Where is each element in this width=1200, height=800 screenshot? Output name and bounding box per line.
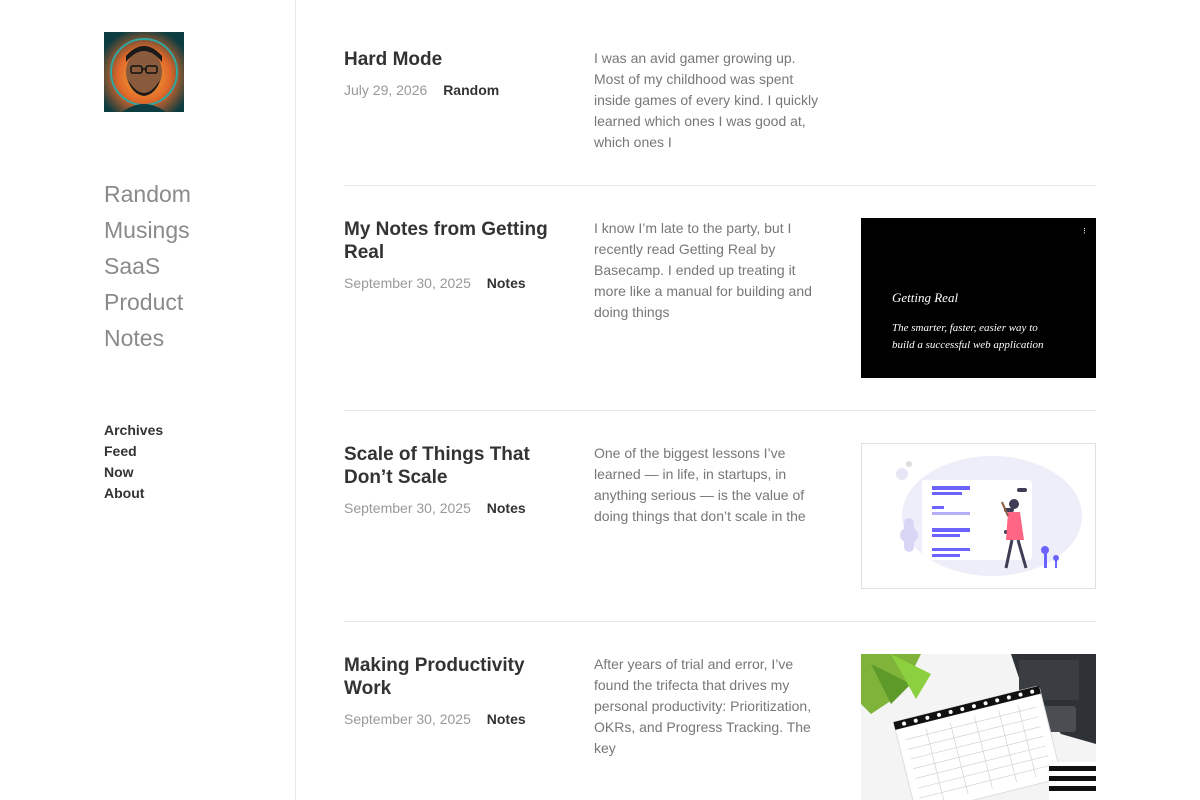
post-divider bbox=[344, 185, 1096, 186]
page-links: Archives Feed Now About bbox=[104, 420, 163, 504]
post-thumbnail[interactable] bbox=[861, 654, 1096, 800]
post-divider bbox=[344, 410, 1096, 411]
svg-text:⁝: ⁝ bbox=[1083, 227, 1086, 237]
post-excerpt: One of the biggest lessons I’ve learned … bbox=[594, 445, 806, 524]
sidebar: Random Musings SaaS Product Notes Archiv… bbox=[0, 0, 296, 800]
post-excerpt: I was an avid gamer growing up. Most of … bbox=[594, 50, 819, 150]
link-feed[interactable]: Feed bbox=[104, 441, 163, 462]
post-title[interactable]: Scale of Things That Don’t Scale bbox=[344, 443, 564, 489]
post-meta: September 30, 2025 Notes bbox=[344, 499, 526, 517]
post-thumbnail[interactable] bbox=[861, 443, 1096, 589]
category-random[interactable]: Random bbox=[104, 176, 191, 212]
book-cover-image: ⁝ Getting Real The smarter, faster, easi… bbox=[861, 218, 1096, 378]
post-title[interactable]: My Notes from Getting Real bbox=[344, 218, 564, 264]
post-title[interactable]: Hard Mode bbox=[344, 48, 564, 71]
post-item: My Notes from Getting Real September 30,… bbox=[344, 218, 1096, 378]
post-item: Hard Mode July 29, 2026 Random I was an … bbox=[344, 48, 1096, 158]
post-meta: July 29, 2026 Random bbox=[344, 81, 499, 99]
avatar[interactable] bbox=[104, 32, 184, 112]
thumb-subtitle: The smarter, faster, easier way to bbox=[892, 322, 1038, 334]
link-about[interactable]: About bbox=[104, 483, 163, 504]
illustration-image bbox=[896, 456, 1082, 576]
category-nav: Random Musings SaaS Product Notes bbox=[104, 176, 191, 356]
post-divider bbox=[344, 621, 1096, 622]
post-thumbnail[interactable]: ⁝ Getting Real The smarter, faster, easi… bbox=[861, 218, 1096, 378]
post-category[interactable]: Notes bbox=[487, 711, 526, 727]
category-musings[interactable]: Musings bbox=[104, 212, 191, 248]
category-notes[interactable]: Notes bbox=[104, 320, 191, 356]
category-product[interactable]: Product bbox=[104, 284, 191, 320]
post-title[interactable]: Making Productivity Work bbox=[344, 654, 564, 700]
post-meta: September 30, 2025 Notes bbox=[344, 710, 526, 728]
post-date: September 30, 2025 bbox=[344, 275, 471, 291]
category-saas[interactable]: SaaS bbox=[104, 248, 191, 284]
post-item: Making Productivity Work September 30, 2… bbox=[344, 654, 1096, 800]
post-category[interactable]: Notes bbox=[487, 500, 526, 516]
post-category[interactable]: Random bbox=[443, 82, 499, 98]
desk-photo-image bbox=[861, 654, 1096, 800]
avatar-illustration bbox=[104, 32, 184, 112]
post-excerpt: I know I’m late to the party, but I rece… bbox=[594, 220, 812, 320]
post-date: September 30, 2025 bbox=[344, 500, 471, 516]
thumb-title: Getting Real bbox=[892, 290, 958, 305]
thumb-subtitle: build a successful web application bbox=[892, 339, 1044, 351]
post-category[interactable]: Notes bbox=[487, 275, 526, 291]
post-excerpt: After years of trial and error, I’ve fou… bbox=[594, 656, 812, 756]
post-item: Scale of Things That Don’t Scale Septemb… bbox=[344, 443, 1096, 589]
link-archives[interactable]: Archives bbox=[104, 420, 163, 441]
post-date: July 29, 2026 bbox=[344, 82, 428, 98]
link-now[interactable]: Now bbox=[104, 462, 163, 483]
post-date: September 30, 2025 bbox=[344, 711, 471, 727]
post-meta: September 30, 2025 Notes bbox=[344, 274, 526, 292]
